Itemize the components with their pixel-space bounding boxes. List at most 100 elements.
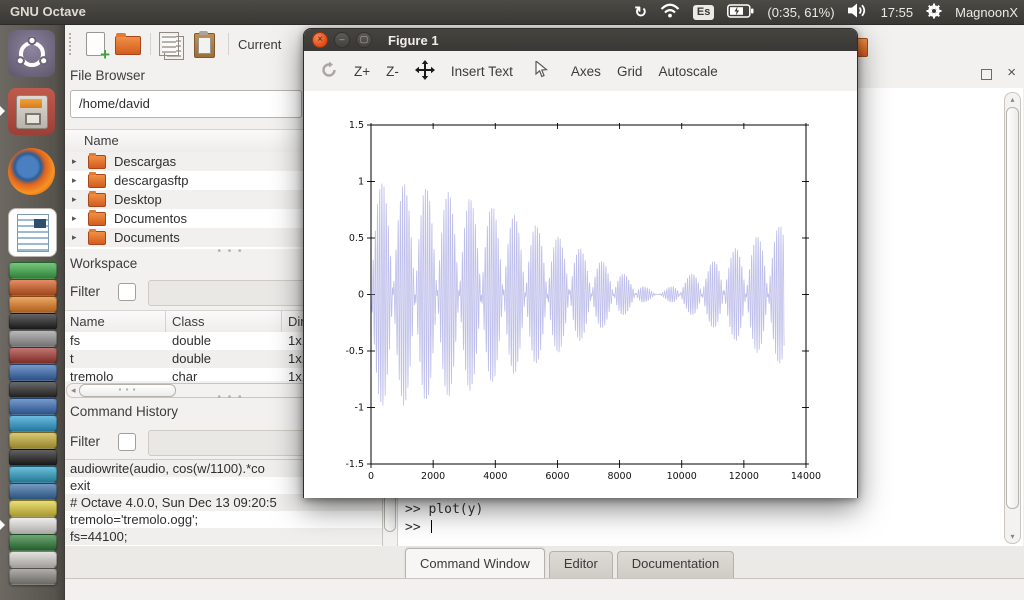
app-tile[interactable] (9, 279, 57, 296)
user-menu[interactable]: MagnoonX (955, 5, 1018, 20)
scroll-up-icon[interactable]: ▴ (1005, 95, 1020, 104)
zoom-out-button[interactable]: Z- (386, 64, 399, 79)
app-tile[interactable] (9, 483, 57, 500)
libreoffice-writer-button[interactable] (8, 208, 57, 257)
toolbar-drag-handle[interactable] (69, 33, 74, 55)
expand-arrow-icon[interactable]: ▸ (72, 232, 82, 243)
app-tile[interactable] (9, 568, 57, 585)
app-tile[interactable] (9, 466, 57, 483)
app-tile[interactable] (9, 534, 57, 551)
status-bar (64, 578, 1024, 600)
cell: double (166, 350, 282, 368)
dash-button[interactable] (8, 30, 55, 77)
autoscale-button[interactable]: Autoscale (658, 64, 717, 79)
figure-titlebar[interactable]: × – ▢ Figure 1 (304, 29, 857, 51)
minimize-button[interactable]: – (334, 32, 350, 48)
app-tile[interactable] (9, 296, 57, 313)
files-app-button[interactable] (8, 88, 55, 135)
expand-arrow-icon[interactable]: ▸ (72, 194, 82, 205)
desktop: + Current File Browser /home/david Name … (0, 0, 1024, 600)
figure-canvas[interactable]: 02000400060008000100001200014000-1.5-1-0… (304, 91, 857, 498)
app-tile[interactable] (9, 364, 57, 381)
pointer-icon[interactable] (535, 61, 549, 81)
zoom-in-button[interactable]: Z+ (354, 64, 370, 79)
scroll-down-icon[interactable]: ▾ (1005, 532, 1020, 541)
app-tile[interactable] (9, 415, 57, 432)
running-indicator (0, 106, 5, 116)
new-file-button[interactable]: + (82, 31, 108, 57)
tick-label: 6000 (545, 471, 569, 482)
path-input[interactable]: /home/david (70, 90, 302, 118)
history-item[interactable]: tremolo='tremolo.ogg'; (64, 511, 382, 528)
clock[interactable]: 17:55 (881, 5, 914, 20)
pan-icon[interactable] (415, 60, 435, 83)
battery-icon[interactable] (727, 4, 754, 21)
ubuntu-logo-icon (15, 37, 49, 71)
column-header[interactable]: Name (64, 311, 166, 333)
figure-window[interactable]: × – ▢ Figure 1 Z+ Z- Insert Text Axes Gr… (303, 28, 858, 498)
open-file-button[interactable] (114, 31, 140, 57)
tick-label: 2000 (421, 471, 445, 482)
plot-frame (371, 125, 806, 464)
volume-icon[interactable] (848, 3, 868, 21)
app-tile[interactable] (9, 517, 57, 534)
workspace-filter-label: Filter (70, 284, 100, 299)
undock-icon[interactable] (981, 69, 992, 80)
firefox-button[interactable] (8, 148, 55, 195)
grid-button[interactable]: Grid (617, 64, 643, 79)
close-button[interactable]: × (312, 32, 328, 48)
wifi-icon[interactable] (660, 3, 680, 21)
app-tile[interactable] (9, 432, 57, 449)
tick-label: 4000 (483, 471, 507, 482)
workspace-filter-checkbox[interactable] (118, 283, 136, 301)
folder-name: Descargas (114, 154, 176, 169)
command-window-vscrollbar[interactable]: ▴ ▾ (1004, 92, 1021, 544)
insert-text-button[interactable]: Insert Text (451, 64, 513, 79)
folder-icon (88, 174, 106, 188)
file-browser-title: File Browser (70, 68, 145, 83)
paste-button[interactable] (192, 31, 218, 57)
history-item[interactable]: fs=44100; (64, 528, 382, 545)
cell: char (166, 368, 282, 381)
keyboard-layout-indicator[interactable]: Es (693, 5, 714, 20)
dock-close-icon[interactable]: × (1007, 64, 1016, 81)
rotate-icon[interactable] (320, 61, 338, 82)
app-tile[interactable] (9, 347, 57, 364)
tick-label: 12000 (729, 471, 759, 482)
app-tile[interactable] (9, 313, 57, 330)
cell: fs (64, 332, 166, 350)
tab-editor[interactable]: Editor (549, 551, 613, 578)
tab-command-window[interactable]: Command Window (405, 548, 545, 578)
tab-documentation[interactable]: Documentation (617, 551, 734, 578)
expand-arrow-icon[interactable]: ▸ (72, 175, 82, 186)
app-tile[interactable] (9, 449, 57, 466)
axes-button[interactable]: Axes (571, 64, 601, 79)
text-caret (431, 520, 432, 533)
figure-toolbar: Z+ Z- Insert Text Axes Grid Autoscale (304, 51, 857, 92)
copy-button[interactable] (158, 31, 184, 57)
folder-name: descargasftp (114, 173, 188, 188)
plot-svg[interactable]: 02000400060008000100001200014000-1.5-1-0… (304, 91, 857, 498)
app-tile[interactable] (9, 262, 57, 279)
cell: t (64, 350, 166, 368)
name-column-header: Name (84, 133, 119, 148)
history-filter-checkbox[interactable] (118, 433, 136, 451)
toolbar-separator2 (228, 33, 229, 55)
app-tile[interactable] (9, 500, 57, 517)
expand-arrow-icon[interactable]: ▸ (72, 156, 82, 167)
folder-icon (88, 212, 106, 226)
sync-icon[interactable]: ↻ (634, 5, 647, 20)
app-tile[interactable] (9, 398, 57, 415)
battery-status[interactable]: (0:35, 61%) (767, 5, 834, 20)
app-tile[interactable] (9, 381, 57, 398)
app-tile[interactable] (9, 330, 57, 347)
maximize-button[interactable]: ▢ (356, 32, 372, 48)
document-icon (17, 214, 49, 252)
expand-arrow-icon[interactable]: ▸ (72, 213, 82, 224)
app-tile[interactable] (9, 551, 57, 568)
session-gear-icon[interactable] (926, 3, 942, 22)
scroll-thumb[interactable] (1006, 107, 1019, 509)
scroll-left-icon[interactable]: ◂ (71, 385, 76, 395)
panel-app-title: GNU Octave (10, 4, 86, 19)
column-header[interactable]: Class (166, 311, 282, 333)
